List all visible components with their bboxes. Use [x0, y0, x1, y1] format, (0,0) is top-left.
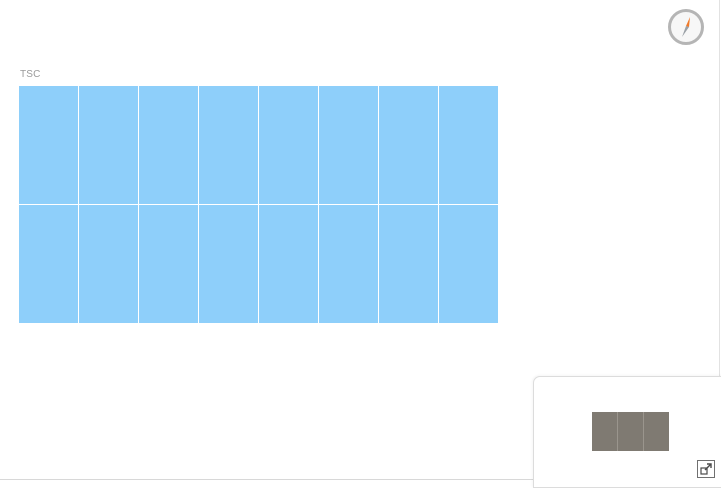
rack-slot[interactable]: [139, 205, 198, 323]
rack-slot[interactable]: [199, 205, 258, 323]
rack-slot[interactable]: [259, 205, 318, 323]
rack-slot[interactable]: [379, 205, 438, 323]
rack-label: TSC: [20, 69, 41, 80]
minimap-rack[interactable]: [592, 412, 669, 451]
rack-slot[interactable]: [319, 86, 378, 204]
rack-slot[interactable]: [79, 86, 138, 204]
compass-icon: [682, 17, 690, 37]
rack-slot[interactable]: [139, 86, 198, 204]
rack-slot[interactable]: [439, 205, 498, 323]
expand-minimap-icon: [700, 463, 712, 475]
minimap-rack-cell: [644, 412, 669, 451]
rack-slot[interactable]: [19, 205, 78, 323]
rack-slot[interactable]: [379, 86, 438, 204]
rack-slot[interactable]: [439, 86, 498, 204]
minimap-panel[interactable]: [533, 376, 721, 488]
compass-button[interactable]: [668, 9, 704, 45]
minimap-rack-cell: [592, 412, 617, 451]
rack-slot[interactable]: [259, 86, 318, 204]
minimap-rack-cell: [618, 412, 643, 451]
rack-slot[interactable]: [19, 86, 78, 204]
rack-slot[interactable]: [79, 205, 138, 323]
rack-slot[interactable]: [319, 205, 378, 323]
rack-grid: [19, 86, 498, 323]
rack-slot[interactable]: [199, 86, 258, 204]
expand-minimap-button[interactable]: [697, 460, 715, 478]
